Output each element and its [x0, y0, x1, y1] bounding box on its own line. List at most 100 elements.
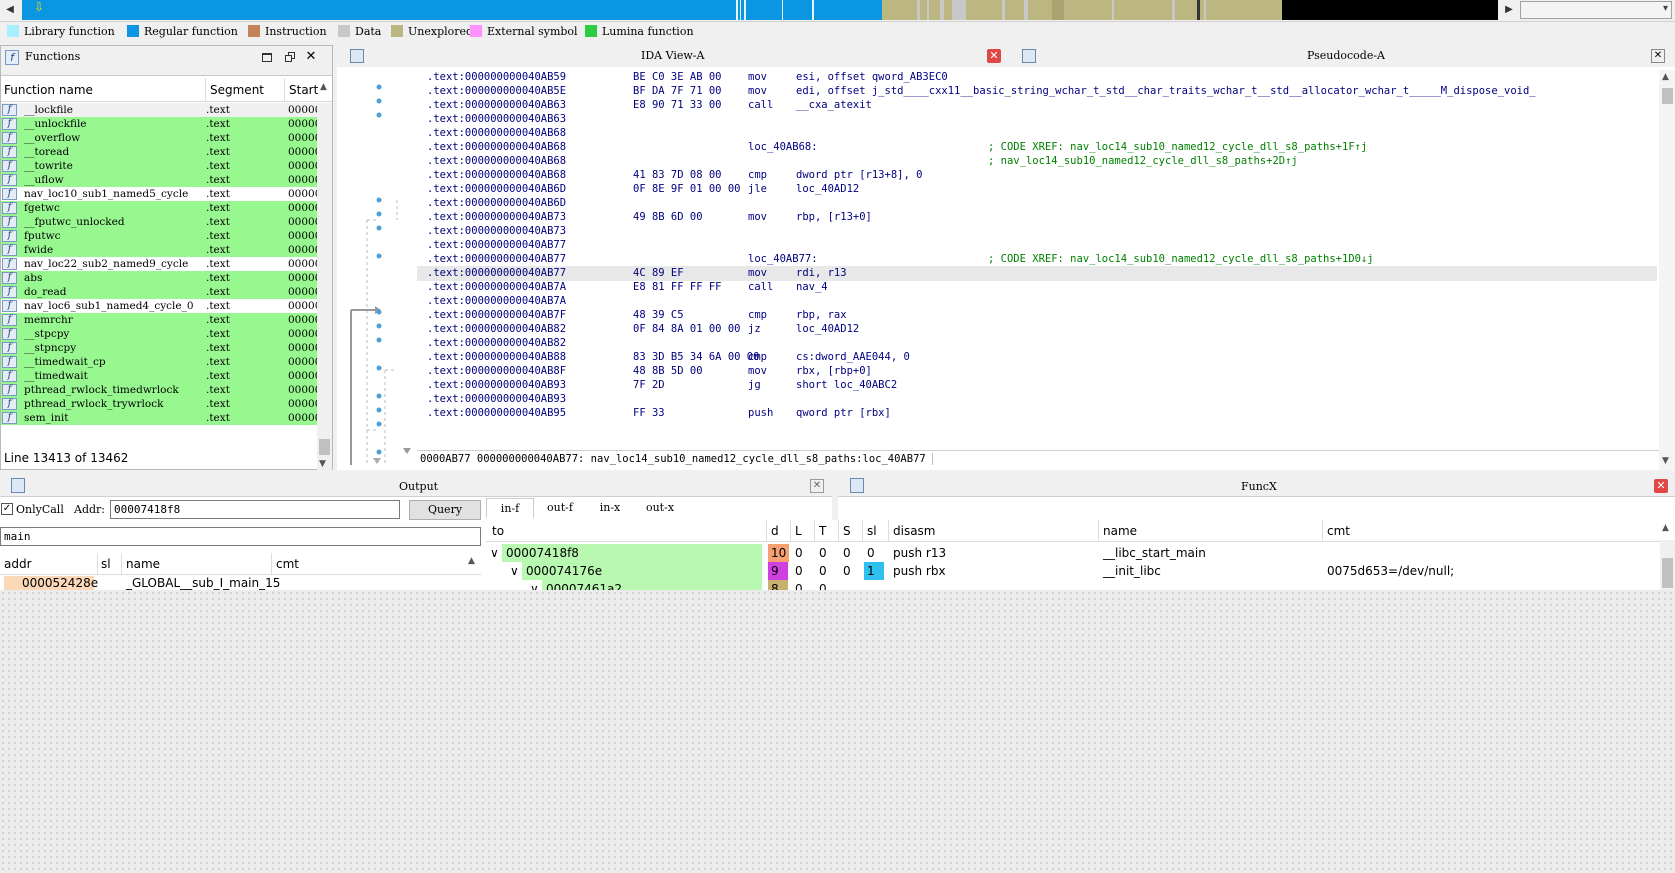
- column-name[interactable]: name: [126, 557, 160, 571]
- column-cmt[interactable]: cmt: [276, 557, 299, 571]
- disassembly-line[interactable]: .text:000000000040AB7F 48 39 C5 cmp rbp, ra…: [417, 308, 1657, 323]
- disassembly-line[interactable]: .text:000000000040AB82 0F 84 8A 01 00 00 j…: [417, 322, 1657, 337]
- function-row[interactable]: ffgetwc .text 00000: [1, 201, 317, 215]
- function-row[interactable]: f pthread_rwlock_timedwrlock .text 00000: [1, 383, 317, 397]
- disassembly-line[interactable]: .text:000000000040AB95 FF 33 push qword ptr…: [417, 406, 1657, 421]
- function-row[interactable]: f __uflow .text 00000: [1, 173, 317, 187]
- column-segment[interactable]: Segment: [210, 83, 264, 97]
- disassembly-line[interactable]: .text:000000000040AB5E BF DA 7F 71 00 mov e…: [417, 84, 1657, 99]
- disassembly-line[interactable]: .text:000000000040AB68 loc_40AB68: ; CODE …: [417, 140, 1657, 155]
- close-icon[interactable]: ✕: [810, 479, 824, 493]
- close-icon[interactable]: ✕: [1654, 479, 1668, 493]
- onlycall-checkbox[interactable]: ✓: [1, 503, 13, 515]
- disassembly-line[interactable]: .text:000000000040AB7A E8 81 FF FF FF call…: [417, 280, 1657, 295]
- function-row[interactable]: f nav_loc22_sub2_named9_cycle .text 00000: [1, 257, 317, 271]
- disassembly-line[interactable]: .text:000000000040AB73 49 8B 6D 00 mov rbp,…: [417, 210, 1657, 225]
- scroll-up-icon[interactable]: ▲: [1662, 72, 1669, 82]
- disassembly-line[interactable]: .text:000000000040AB8F 48 8B 5D 00 mov rbx,…: [417, 364, 1657, 379]
- function-row[interactable]: f do_read .text 00000: [1, 285, 317, 299]
- scrollbar-thumb[interactable]: [1662, 558, 1673, 588]
- column-to[interactable]: to: [492, 524, 504, 538]
- expand-chevron-icon[interactable]: ∨: [530, 580, 539, 590]
- call-tree-row[interactable]: ∨ 000074176e 9 0 0 0 1 push rbx __init_libc 0075d…: [486, 562, 1661, 580]
- scroll-up-icon[interactable]: ▲: [320, 82, 327, 92]
- disassembly-line[interactable]: .text:000000000040AB73: [417, 224, 1657, 239]
- disassembly-line[interactable]: .text:000000000040AB82: [417, 336, 1657, 351]
- filter-input[interactable]: [0, 527, 481, 546]
- column-t[interactable]: T: [819, 524, 826, 538]
- disassembly-line[interactable]: .text:000000000040AB77 loc_40AB77: ; CODE …: [417, 252, 1657, 267]
- scroll-down-icon[interactable]: ▼: [319, 459, 326, 469]
- function-row[interactable]: f nav_loc10_sub1_named5_cycle .text 00000: [1, 187, 317, 201]
- tab-out-f-strip[interactable]: out-f: [536, 498, 584, 518]
- disassembly-line[interactable]: .text:000000000040AB63 E8 90 71 33 00 call…: [417, 98, 1657, 113]
- navigation-strip[interactable]: ⇩: [22, 0, 1498, 20]
- disassembly-vertical-scrollbar[interactable]: ▲ ▼: [1659, 70, 1675, 470]
- function-row[interactable]: f __toread .text 00000: [1, 145, 317, 159]
- call-tree-row[interactable]: ∨ 00007461a2 8 0 0: [486, 580, 1661, 590]
- expand-chevron-icon[interactable]: ∨: [490, 544, 499, 562]
- disassembly-line[interactable]: .text:000000000040AB68 41 83 7D 08 00 cmp d…: [417, 168, 1657, 183]
- function-row[interactable]: f __timedwait_cp .text 00000: [1, 355, 317, 369]
- column-addr[interactable]: addr: [4, 557, 32, 571]
- tab-ida-view-a[interactable]: IDA View-A: [641, 49, 705, 62]
- close-icon[interactable]: ✕: [304, 50, 318, 64]
- column-function-name[interactable]: Function name: [4, 83, 93, 97]
- tab-in-f-active[interactable]: in-f: [486, 498, 534, 518]
- disassembly-line[interactable]: .text:000000000040AB6D: [417, 196, 1657, 211]
- column-name[interactable]: name: [1103, 524, 1137, 538]
- funcx-vertical-scrollbar[interactable]: [1660, 540, 1675, 590]
- table-row[interactable]: 000052428e _GLOBAL__sub_I_main_15: [0, 576, 481, 590]
- functions-vertical-scrollbar[interactable]: ▼: [317, 103, 332, 473]
- disassembly-line[interactable]: .text:000000000040AB93: [417, 392, 1657, 407]
- disassembly-line[interactable]: .text:000000000040AB7A: [417, 294, 1657, 309]
- nav-mode-dropdown[interactable]: ▾: [1520, 1, 1672, 19]
- disassembly-line[interactable]: .text:000000000040AB93 7F 2D jg short loc_4…: [417, 378, 1657, 393]
- function-row[interactable]: f __unlockfile .text 00000: [1, 117, 317, 131]
- function-row[interactable]: f __stpcpy .text 00000: [1, 327, 317, 341]
- column-d[interactable]: d: [771, 524, 779, 538]
- disassembly-line[interactable]: .text:000000000040AB68 ; nav_loc14_sub10_…: [417, 154, 1657, 169]
- scrollbar-thumb[interactable]: [319, 439, 330, 455]
- nav-scroll-left-icon[interactable]: ◀: [2, 1, 18, 19]
- function-row[interactable]: ffputwc .text 00000: [1, 229, 317, 243]
- function-row[interactable]: f __lockfile .text 00000: [1, 103, 317, 117]
- disassembly-line[interactable]: .text:000000000040AB77 4C 89 EF mov rdi, r1…: [417, 266, 1657, 281]
- disassembly-line[interactable]: .text:000000000040AB59 BE C0 3E AB 00 mov e…: [417, 70, 1657, 85]
- column-start[interactable]: Start: [289, 83, 318, 97]
- disassembly-line[interactable]: .text:000000000040AB6D 0F 8E 9F 01 00 00 j…: [417, 182, 1657, 197]
- function-row[interactable]: f __timedwait .text 00000: [1, 369, 317, 383]
- disassembly-line[interactable]: .text:000000000040AB88 83 3D B5 34 6A 00 …: [417, 350, 1657, 365]
- scroll-up-icon[interactable]: ▲: [1662, 523, 1669, 533]
- function-row[interactable]: f nav_loc6_sub1_named4_cycle_0 .text 00000: [1, 299, 317, 313]
- query-button[interactable]: Query: [409, 500, 481, 520]
- tab-out-x-strip[interactable]: out-x: [636, 498, 684, 518]
- nav-scroll-right-icon[interactable]: ▶: [1502, 1, 1516, 19]
- addr-input[interactable]: [110, 500, 400, 519]
- column-disasm[interactable]: disasm: [893, 524, 936, 538]
- call-tree-row[interactable]: ∨ 00007418f8 10 0 0 0 0 push r13 __libc_start_ma…: [486, 544, 1661, 562]
- function-row[interactable]: ffwide .text 00000: [1, 243, 317, 257]
- tab-pseudocode-a[interactable]: Pseudocode-A: [1307, 49, 1386, 62]
- disassembly-line[interactable]: .text:000000000040AB63: [417, 112, 1657, 127]
- close-icon[interactable]: ✕: [987, 49, 1001, 63]
- scrollbar-thumb[interactable]: [1662, 88, 1673, 104]
- scroll-down-icon[interactable]: ▼: [1662, 456, 1669, 466]
- column-sl[interactable]: sl: [867, 524, 877, 538]
- function-row[interactable]: f __fputwc_unlocked .text 00000: [1, 215, 317, 229]
- funcx-call-tree[interactable]: to d L T S sl disasm name cmt ▲ ∨ 0000741…: [486, 520, 1675, 590]
- close-icon[interactable]: ✕: [1651, 49, 1665, 63]
- column-sl[interactable]: sl: [101, 557, 111, 571]
- restore-icon[interactable]: [285, 52, 295, 62]
- function-row[interactable]: fabs .text 00000: [1, 271, 317, 285]
- disassembly-line[interactable]: .text:000000000040AB77: [417, 238, 1657, 253]
- function-row[interactable]: f pthread_rwlock_trywrlock .text 00000: [1, 397, 317, 411]
- function-row[interactable]: f __towrite .text 00000: [1, 159, 317, 173]
- tab-in-x-strip[interactable]: in-x: [586, 498, 634, 518]
- disassembly-listing[interactable]: .text:000000000040AB59 BE C0 3E AB 00 mov e…: [417, 70, 1657, 450]
- function-row[interactable]: f sem_init .text 00000: [1, 411, 317, 425]
- column-s[interactable]: S: [843, 524, 851, 538]
- disassembly-line[interactable]: .text:000000000040AB68: [417, 126, 1657, 141]
- function-row[interactable]: f memrchr .text 00000: [1, 313, 317, 327]
- column-l[interactable]: L: [795, 524, 802, 538]
